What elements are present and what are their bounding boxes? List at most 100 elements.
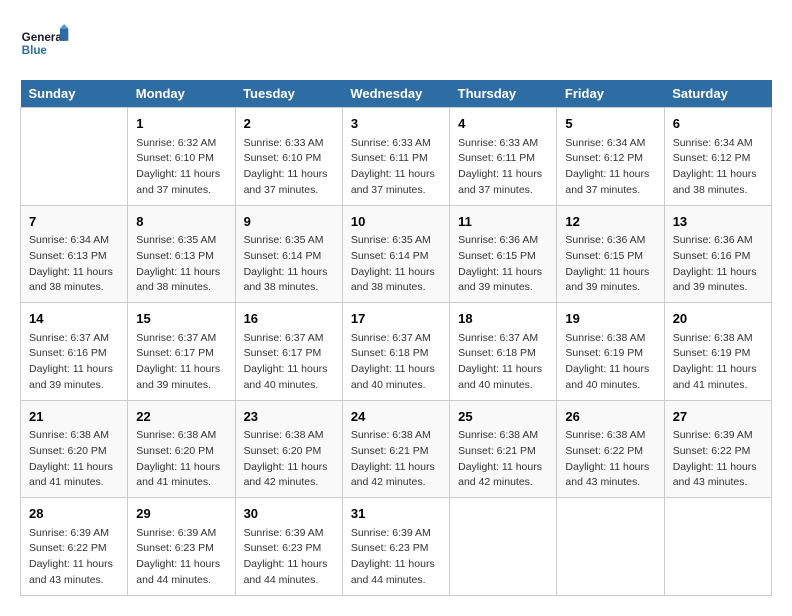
day-info: Sunrise: 6:36 AMSunset: 6:16 PMDaylight:… — [673, 233, 763, 296]
day-number: 9 — [244, 212, 334, 232]
svg-text:General: General — [22, 31, 65, 44]
day-number: 5 — [565, 114, 655, 134]
cell-1-2: 1Sunrise: 6:32 AMSunset: 6:10 PMDaylight… — [128, 108, 235, 206]
day-info: Sunrise: 6:36 AMSunset: 6:15 PMDaylight:… — [565, 233, 655, 296]
day-info: Sunrise: 6:34 AMSunset: 6:12 PMDaylight:… — [673, 136, 763, 199]
week-row-3: 14Sunrise: 6:37 AMSunset: 6:16 PMDayligh… — [21, 303, 772, 401]
svg-text:Blue: Blue — [22, 44, 48, 57]
cell-3-2: 15Sunrise: 6:37 AMSunset: 6:17 PMDayligh… — [128, 303, 235, 401]
day-info: Sunrise: 6:39 AMSunset: 6:23 PMDaylight:… — [244, 526, 334, 589]
cell-2-3: 9Sunrise: 6:35 AMSunset: 6:14 PMDaylight… — [235, 205, 342, 303]
cell-5-7 — [664, 498, 771, 596]
day-number: 6 — [673, 114, 763, 134]
cell-4-4: 24Sunrise: 6:38 AMSunset: 6:21 PMDayligh… — [342, 400, 449, 498]
cell-5-2: 29Sunrise: 6:39 AMSunset: 6:23 PMDayligh… — [128, 498, 235, 596]
col-header-wednesday: Wednesday — [342, 80, 449, 108]
day-number: 21 — [29, 407, 119, 427]
day-number: 15 — [136, 309, 226, 329]
day-info: Sunrise: 6:37 AMSunset: 6:16 PMDaylight:… — [29, 331, 119, 394]
cell-3-1: 14Sunrise: 6:37 AMSunset: 6:16 PMDayligh… — [21, 303, 128, 401]
day-number: 30 — [244, 504, 334, 524]
day-info: Sunrise: 6:35 AMSunset: 6:14 PMDaylight:… — [244, 233, 334, 296]
cell-1-7: 6Sunrise: 6:34 AMSunset: 6:12 PMDaylight… — [664, 108, 771, 206]
day-number: 3 — [351, 114, 441, 134]
logo: General Blue — [20, 20, 70, 70]
day-info: Sunrise: 6:32 AMSunset: 6:10 PMDaylight:… — [136, 136, 226, 199]
cell-1-5: 4Sunrise: 6:33 AMSunset: 6:11 PMDaylight… — [450, 108, 557, 206]
calendar-table: SundayMondayTuesdayWednesdayThursdayFrid… — [20, 80, 772, 596]
day-number: 4 — [458, 114, 548, 134]
day-info: Sunrise: 6:38 AMSunset: 6:21 PMDaylight:… — [458, 428, 548, 491]
day-number: 17 — [351, 309, 441, 329]
day-info: Sunrise: 6:37 AMSunset: 6:17 PMDaylight:… — [244, 331, 334, 394]
day-number: 1 — [136, 114, 226, 134]
day-info: Sunrise: 6:39 AMSunset: 6:23 PMDaylight:… — [136, 526, 226, 589]
cell-3-7: 20Sunrise: 6:38 AMSunset: 6:19 PMDayligh… — [664, 303, 771, 401]
header-row: SundayMondayTuesdayWednesdayThursdayFrid… — [21, 80, 772, 108]
day-number: 22 — [136, 407, 226, 427]
cell-4-2: 22Sunrise: 6:38 AMSunset: 6:20 PMDayligh… — [128, 400, 235, 498]
day-number: 11 — [458, 212, 548, 232]
day-info: Sunrise: 6:39 AMSunset: 6:23 PMDaylight:… — [351, 526, 441, 589]
cell-3-4: 17Sunrise: 6:37 AMSunset: 6:18 PMDayligh… — [342, 303, 449, 401]
day-info: Sunrise: 6:37 AMSunset: 6:18 PMDaylight:… — [351, 331, 441, 394]
day-info: Sunrise: 6:39 AMSunset: 6:22 PMDaylight:… — [673, 428, 763, 491]
day-info: Sunrise: 6:35 AMSunset: 6:14 PMDaylight:… — [351, 233, 441, 296]
day-number: 25 — [458, 407, 548, 427]
cell-2-1: 7Sunrise: 6:34 AMSunset: 6:13 PMDaylight… — [21, 205, 128, 303]
day-info: Sunrise: 6:38 AMSunset: 6:19 PMDaylight:… — [565, 331, 655, 394]
day-info: Sunrise: 6:39 AMSunset: 6:22 PMDaylight:… — [29, 526, 119, 589]
week-row-1: 1Sunrise: 6:32 AMSunset: 6:10 PMDaylight… — [21, 108, 772, 206]
cell-1-1 — [21, 108, 128, 206]
day-info: Sunrise: 6:37 AMSunset: 6:17 PMDaylight:… — [136, 331, 226, 394]
cell-2-2: 8Sunrise: 6:35 AMSunset: 6:13 PMDaylight… — [128, 205, 235, 303]
day-info: Sunrise: 6:36 AMSunset: 6:15 PMDaylight:… — [458, 233, 548, 296]
week-row-4: 21Sunrise: 6:38 AMSunset: 6:20 PMDayligh… — [21, 400, 772, 498]
day-number: 23 — [244, 407, 334, 427]
day-info: Sunrise: 6:33 AMSunset: 6:11 PMDaylight:… — [351, 136, 441, 199]
col-header-friday: Friday — [557, 80, 664, 108]
cell-3-6: 19Sunrise: 6:38 AMSunset: 6:19 PMDayligh… — [557, 303, 664, 401]
cell-4-7: 27Sunrise: 6:39 AMSunset: 6:22 PMDayligh… — [664, 400, 771, 498]
day-number: 19 — [565, 309, 655, 329]
cell-2-7: 13Sunrise: 6:36 AMSunset: 6:16 PMDayligh… — [664, 205, 771, 303]
cell-5-4: 31Sunrise: 6:39 AMSunset: 6:23 PMDayligh… — [342, 498, 449, 596]
cell-3-3: 16Sunrise: 6:37 AMSunset: 6:17 PMDayligh… — [235, 303, 342, 401]
col-header-tuesday: Tuesday — [235, 80, 342, 108]
week-row-2: 7Sunrise: 6:34 AMSunset: 6:13 PMDaylight… — [21, 205, 772, 303]
day-number: 24 — [351, 407, 441, 427]
cell-1-4: 3Sunrise: 6:33 AMSunset: 6:11 PMDaylight… — [342, 108, 449, 206]
cell-4-5: 25Sunrise: 6:38 AMSunset: 6:21 PMDayligh… — [450, 400, 557, 498]
day-number: 7 — [29, 212, 119, 232]
cell-5-6 — [557, 498, 664, 596]
day-number: 26 — [565, 407, 655, 427]
day-number: 31 — [351, 504, 441, 524]
cell-2-6: 12Sunrise: 6:36 AMSunset: 6:15 PMDayligh… — [557, 205, 664, 303]
day-info: Sunrise: 6:33 AMSunset: 6:10 PMDaylight:… — [244, 136, 334, 199]
day-info: Sunrise: 6:38 AMSunset: 6:22 PMDaylight:… — [565, 428, 655, 491]
logo-svg: General Blue — [20, 20, 70, 70]
day-number: 12 — [565, 212, 655, 232]
day-number: 18 — [458, 309, 548, 329]
cell-1-6: 5Sunrise: 6:34 AMSunset: 6:12 PMDaylight… — [557, 108, 664, 206]
cell-4-6: 26Sunrise: 6:38 AMSunset: 6:22 PMDayligh… — [557, 400, 664, 498]
day-number: 2 — [244, 114, 334, 134]
cell-5-1: 28Sunrise: 6:39 AMSunset: 6:22 PMDayligh… — [21, 498, 128, 596]
cell-3-5: 18Sunrise: 6:37 AMSunset: 6:18 PMDayligh… — [450, 303, 557, 401]
col-header-sunday: Sunday — [21, 80, 128, 108]
day-number: 14 — [29, 309, 119, 329]
day-number: 16 — [244, 309, 334, 329]
day-info: Sunrise: 6:34 AMSunset: 6:12 PMDaylight:… — [565, 136, 655, 199]
day-info: Sunrise: 6:38 AMSunset: 6:20 PMDaylight:… — [29, 428, 119, 491]
day-number: 27 — [673, 407, 763, 427]
day-info: Sunrise: 6:34 AMSunset: 6:13 PMDaylight:… — [29, 233, 119, 296]
day-info: Sunrise: 6:37 AMSunset: 6:18 PMDaylight:… — [458, 331, 548, 394]
cell-2-4: 10Sunrise: 6:35 AMSunset: 6:14 PMDayligh… — [342, 205, 449, 303]
cell-4-1: 21Sunrise: 6:38 AMSunset: 6:20 PMDayligh… — [21, 400, 128, 498]
day-info: Sunrise: 6:38 AMSunset: 6:19 PMDaylight:… — [673, 331, 763, 394]
cell-5-3: 30Sunrise: 6:39 AMSunset: 6:23 PMDayligh… — [235, 498, 342, 596]
col-header-monday: Monday — [128, 80, 235, 108]
day-info: Sunrise: 6:35 AMSunset: 6:13 PMDaylight:… — [136, 233, 226, 296]
page-header: General Blue — [20, 20, 772, 70]
day-number: 20 — [673, 309, 763, 329]
